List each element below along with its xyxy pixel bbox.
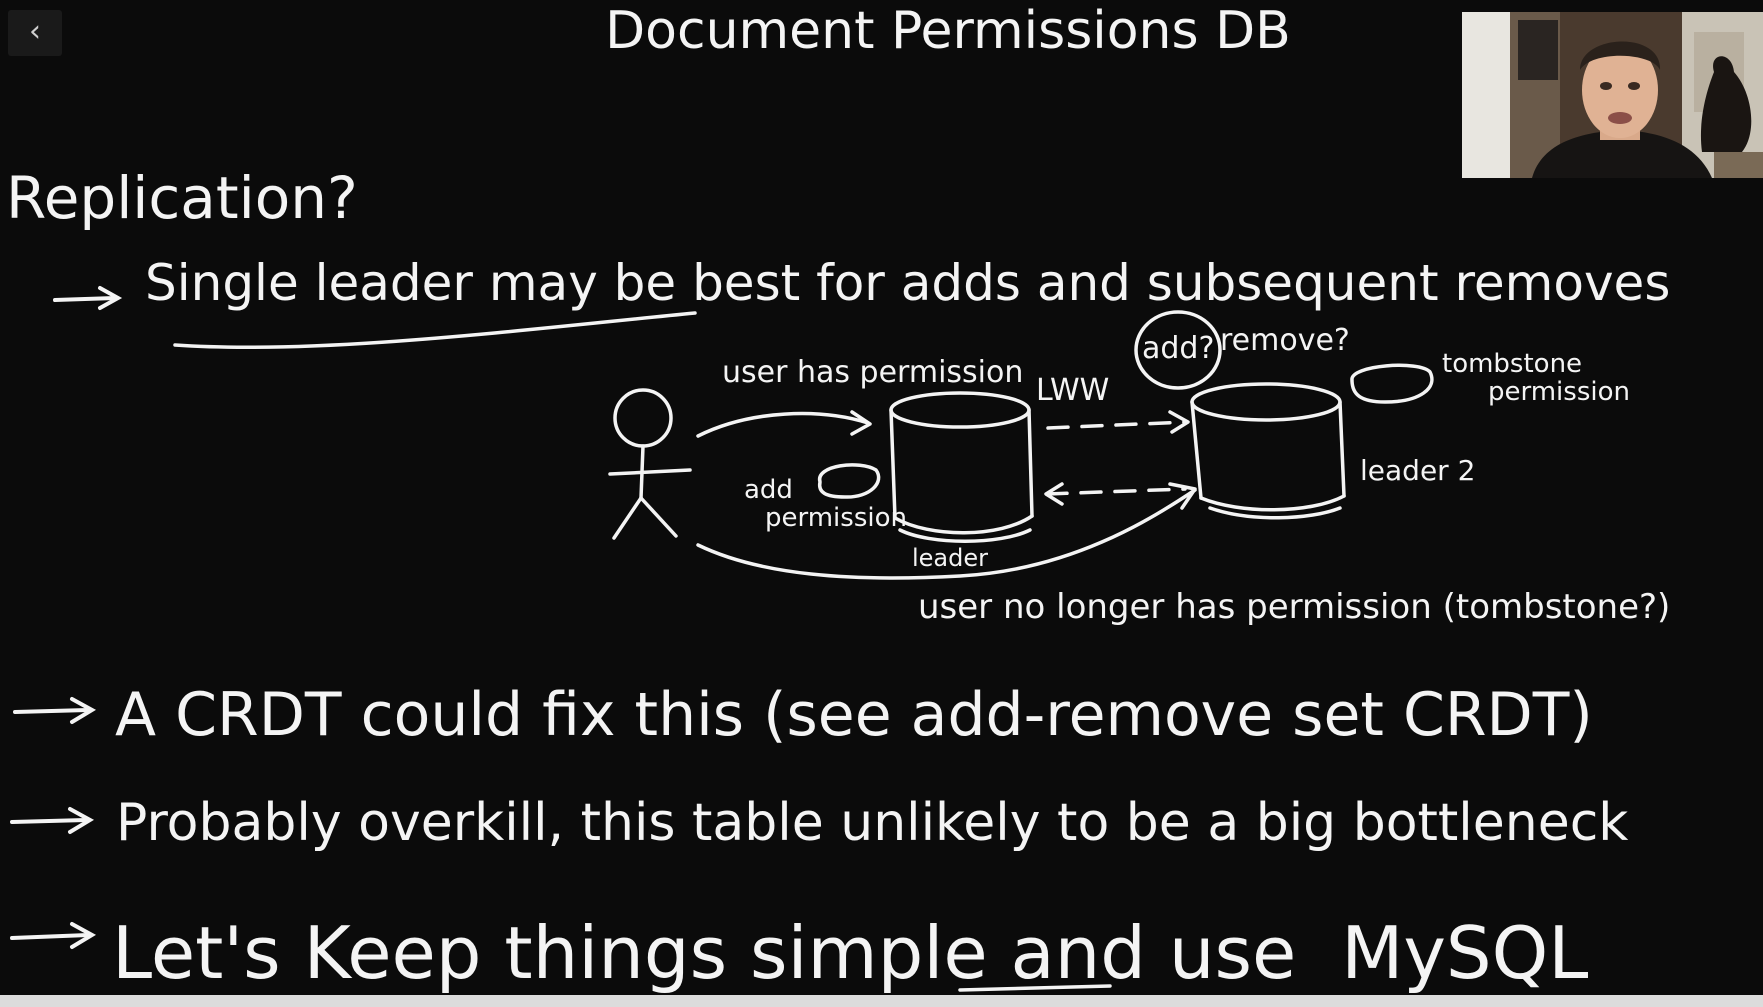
bullet-1-underline (173, 311, 697, 350)
presenter-video-image (1462, 12, 1763, 178)
label-leader: leader (912, 544, 988, 572)
video-frame: Document Permissions DB Replication? Sin… (0, 0, 1763, 995)
label-add-question: add? (1142, 331, 1214, 366)
lww-dashed-arrows (1045, 420, 1188, 496)
user-stick-figure (608, 388, 692, 540)
label-remove-question: remove? (1220, 323, 1350, 358)
player-bottom-strip (0, 995, 1763, 1007)
bullet-4-text: Let's Keep things simple and use MySQL (112, 911, 1588, 995)
add-permission-icon (817, 463, 881, 499)
label-tombstone: tombstone (1442, 349, 1582, 379)
bullet-3-text: Probably overkill, this table unlikely t… (116, 793, 1628, 853)
label-add: add (744, 475, 793, 505)
label-user-has-permission: user has permission (722, 355, 1023, 390)
back-button[interactable]: ‹ (8, 10, 62, 56)
label-add-permission: permission (765, 503, 907, 533)
leader-db-icon (889, 391, 1034, 543)
board-title: Document Permissions DB (605, 1, 1291, 61)
arrow-user-to-leader (696, 410, 872, 438)
label-leader-2: leader 2 (1360, 454, 1475, 487)
bullet-3-arrow (10, 807, 95, 834)
label-tombstone-permission: permission (1488, 377, 1630, 407)
bullet-4-prefix: Let's Keep things simple and use (112, 911, 1296, 995)
tombstone-permission-icon (1350, 363, 1434, 404)
bullet-2-arrow (13, 697, 97, 724)
bullet-1-arrow (53, 286, 123, 310)
mysql-emphasis: MySQL (1341, 911, 1588, 995)
bullet-2-text: A CRDT could fix this (see add-remove se… (115, 680, 1593, 750)
replication-heading: Replication? (6, 164, 358, 232)
bullet-1-text: Single leader may be best for adds and s… (145, 254, 1670, 312)
bullet-4-arrow (10, 922, 97, 949)
label-user-no-longer: user no longer has permission (tombstone… (918, 587, 1670, 627)
presenter-webcam (1462, 12, 1763, 178)
label-lww: LWW (1036, 373, 1109, 408)
leader-2-db-icon (1190, 382, 1346, 520)
chevron-left-icon: ‹ (29, 14, 41, 49)
